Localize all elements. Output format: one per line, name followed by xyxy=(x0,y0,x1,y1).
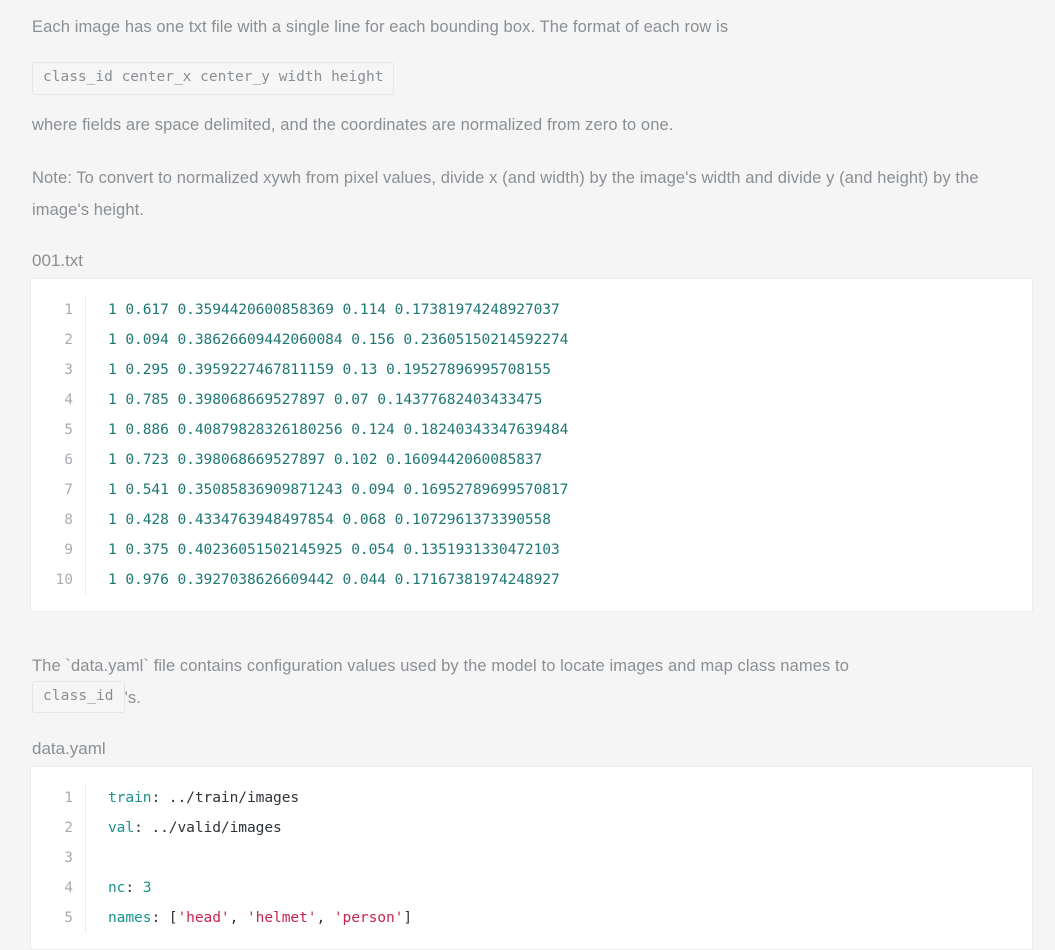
yaml-value: ../train/images xyxy=(160,789,300,807)
config-file-title: data.yaml xyxy=(32,739,106,759)
documentation-page: Each image has one txt file with a singl… xyxy=(0,0,1055,950)
labels-code-table: 1 2 3 4 5 6 7 8 9 10 1 0.617 0.359442060… xyxy=(31,294,1033,595)
yaml-intro-text-after: 's. xyxy=(124,688,141,707)
yaml-key: nc xyxy=(108,879,126,897)
yaml-key: val xyxy=(108,819,135,837)
code-line: 1 0.617 0.3594420600858369 0.114 0.17381… xyxy=(108,300,560,318)
convert-note-paragraph: Note: To convert to normalized xywh from… xyxy=(32,168,979,219)
labels-code-lines[interactable]: 1 0.617 0.3594420600858369 0.114 0.17381… xyxy=(86,295,1033,595)
code-line: 1 0.094 0.38626609442060084 0.156 0.2360… xyxy=(108,330,569,348)
line-number: 3 xyxy=(64,850,73,867)
line-number: 8 xyxy=(64,511,73,528)
yaml-intro-paragraph: The `data.yaml` file contains configurat… xyxy=(22,638,1032,715)
code-line: 1 0.976 0.3927038626609442 0.044 0.17167… xyxy=(108,570,560,588)
line-number: 2 xyxy=(64,820,73,837)
yaml-value: ../valid/images xyxy=(142,819,282,837)
line-number: 6 xyxy=(64,451,73,468)
yaml-separator: , xyxy=(229,909,247,927)
line-number: 4 xyxy=(64,391,73,408)
yaml-colon: : xyxy=(134,819,143,837)
yaml-number: 3 xyxy=(134,879,152,897)
labels-code-block[interactable]: 1 2 3 4 5 6 7 8 9 10 1 0.617 0.359442060… xyxy=(30,277,1033,612)
yaml-list-close: ] xyxy=(403,909,413,927)
code-line: 1 0.723 0.398068669527897 0.102 0.160944… xyxy=(108,450,543,468)
config-code-lines[interactable]: train: ../train/images val: ../valid/ima… xyxy=(86,783,1033,933)
format-inline-code: class_id center_x center_y width height xyxy=(32,62,395,95)
line-number: 9 xyxy=(64,541,73,558)
code-line-train: train: ../train/images xyxy=(108,783,1032,813)
code-line: 1 0.375 0.40236051502145925 0.054 0.1351… xyxy=(108,540,560,558)
code-line: 1 0.886 0.40879828326180256 0.124 0.1824… xyxy=(108,420,569,438)
config-code-table: 1 2 3 4 5 train: ../train/images val: ..… xyxy=(31,783,1033,934)
yaml-colon: : xyxy=(125,879,135,897)
yaml-key: train xyxy=(108,789,152,807)
yaml-list-open: [ xyxy=(160,909,178,927)
labels-file-title: 001.txt xyxy=(32,250,84,270)
yaml-string-item: 'head' xyxy=(177,909,230,927)
line-number: 1 xyxy=(64,790,73,807)
line-number: 5 xyxy=(64,421,73,438)
line-number: 3 xyxy=(64,361,73,378)
yaml-intro-text-before: The `data.yaml` file contains configurat… xyxy=(32,656,849,675)
class-id-inline-code: class_id xyxy=(32,680,125,714)
line-number: 7 xyxy=(64,481,73,498)
line-number: 5 xyxy=(64,910,73,927)
labels-gutter: 1 2 3 4 5 6 7 8 9 10 xyxy=(31,294,86,595)
line-number: 4 xyxy=(64,880,73,897)
code-line-names: names: ['head', 'helmet', 'person'] xyxy=(108,903,1032,933)
yaml-key: names xyxy=(108,909,152,927)
line-number: 2 xyxy=(64,331,73,348)
code-line: 1 0.785 0.398068669527897 0.07 0.1437768… xyxy=(108,390,543,408)
code-line: 1 0.428 0.4334763948497854 0.068 0.10729… xyxy=(108,510,551,528)
yaml-separator: , xyxy=(316,909,334,927)
yaml-colon: : xyxy=(151,909,161,927)
yaml-string-item: 'helmet' xyxy=(247,909,317,927)
format-chip-row: class_id center_x center_y width height xyxy=(22,62,1033,95)
config-gutter: 1 2 3 4 5 xyxy=(31,783,86,934)
code-line: 1 0.541 0.35085836909871243 0.094 0.1695… xyxy=(108,480,569,498)
yaml-string-item: 'person' xyxy=(333,909,404,927)
code-line-val: val: ../valid/images xyxy=(108,813,1032,843)
config-code-block[interactable]: 1 2 3 4 5 train: ../train/images val: ..… xyxy=(30,766,1033,950)
intro-paragraph: Each image has one txt file with a singl… xyxy=(32,18,729,36)
delimited-note-paragraph: where fields are space delimited, and th… xyxy=(32,115,674,134)
line-number: 10 xyxy=(55,571,73,588)
yaml-colon: : xyxy=(151,789,161,807)
code-line: 1 0.295 0.3959227467811159 0.13 0.195278… xyxy=(108,360,551,378)
line-number: 1 xyxy=(64,301,73,318)
code-line-nc: nc: 3 xyxy=(108,873,1032,903)
